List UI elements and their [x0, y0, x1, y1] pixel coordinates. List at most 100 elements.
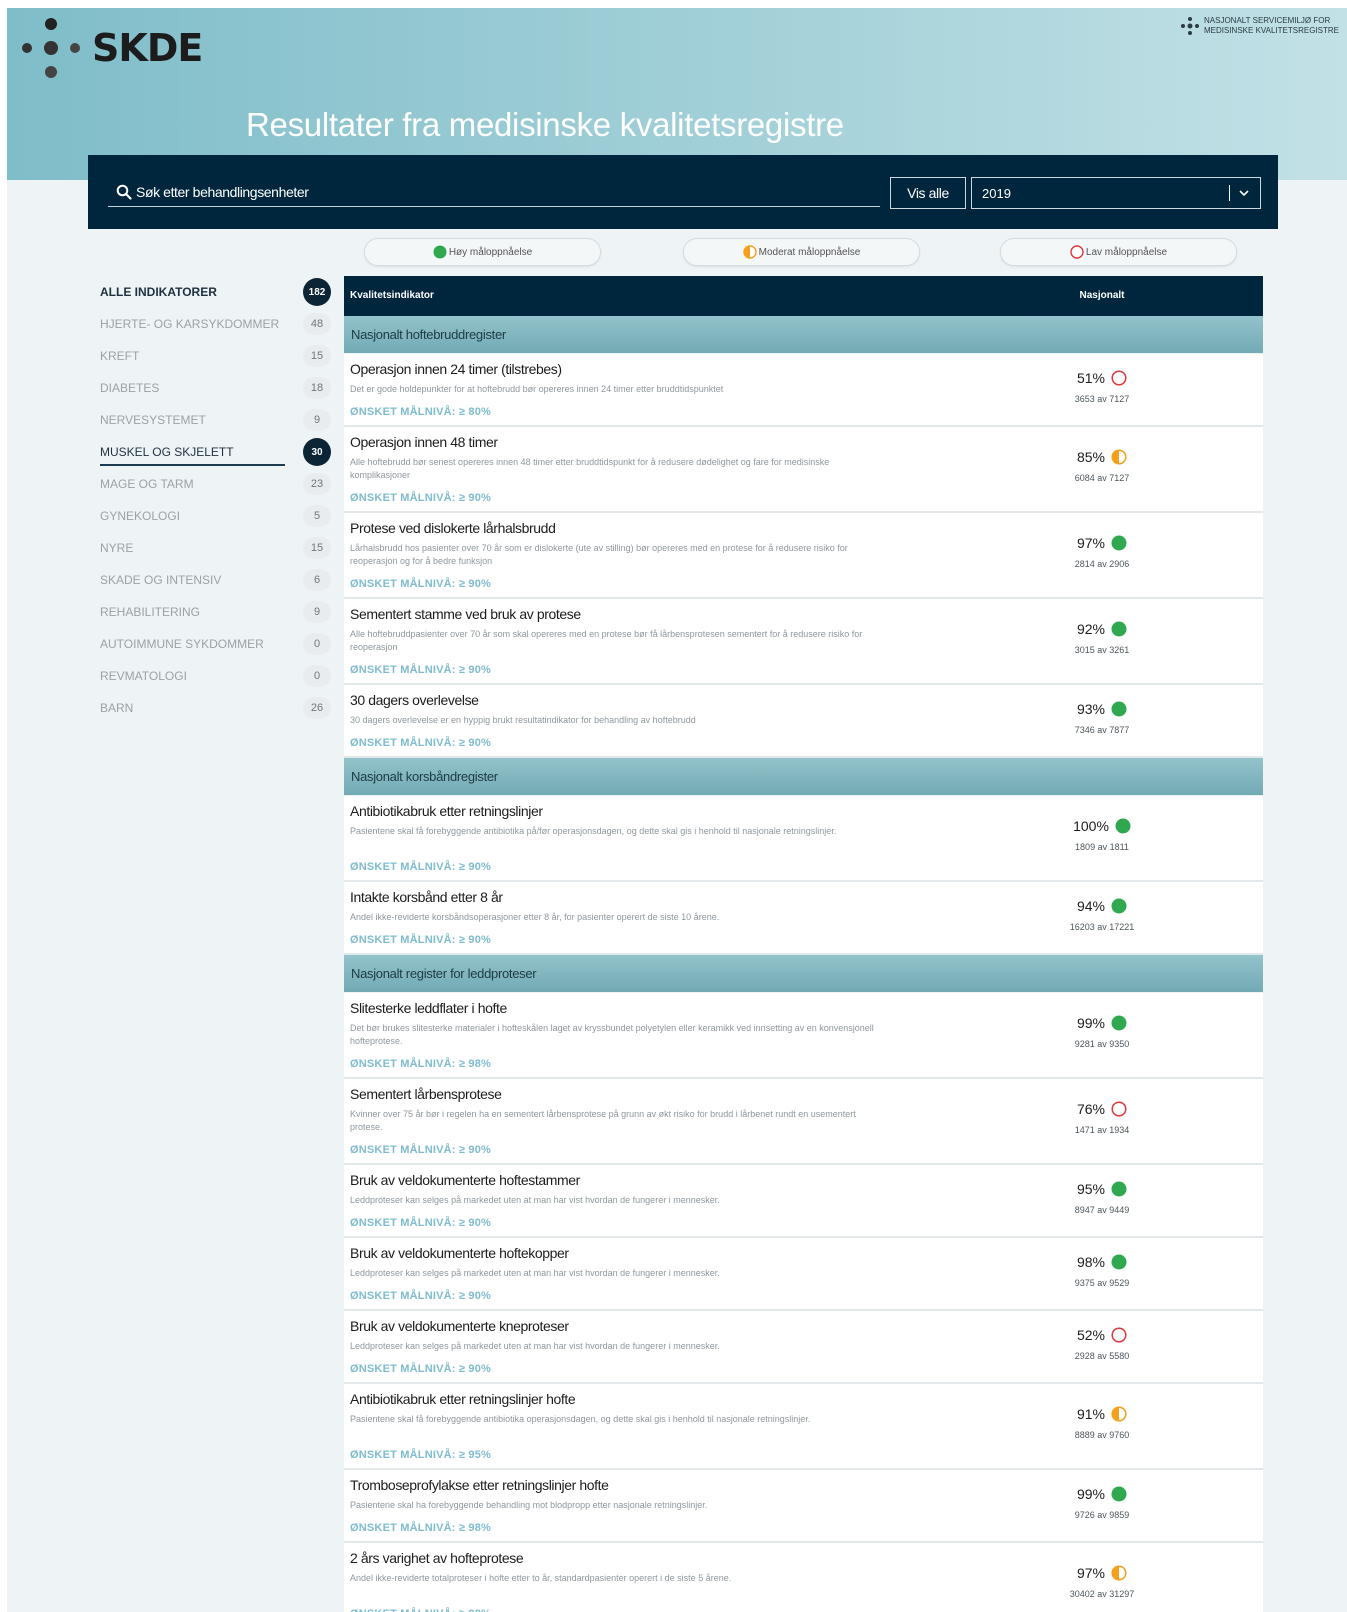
sidebar-item[interactable]: KREFT 15 [100, 340, 331, 372]
page-title: Resultater fra medisinske kvalitetsregis… [246, 106, 844, 143]
indicator-row[interactable]: Intakte korsbånd etter 8 år Andel ikke-re… [344, 882, 1263, 955]
indicator-name: Tromboseprofylakse etter retningslinjer … [350, 1477, 609, 1493]
indicator-description: Det bør brukes slitesterke materialer i … [350, 1023, 874, 1046]
indicator-description: Alle hoftebrudd bør senest opereres inne… [350, 457, 830, 480]
indicator-row[interactable]: Sementert stamme ved bruk av protese Alle… [344, 599, 1263, 685]
indicator-name: Antibiotikabruk etter retningslinjer [350, 803, 543, 819]
national-count: 1809 av 1811 [1075, 842, 1129, 852]
sidebar-item[interactable]: NERVESYSTEMET 9 [100, 404, 331, 436]
indicator-name: 2 års varighet av hofteprotese [350, 1550, 524, 1566]
sidebar-item-count: 6 [303, 569, 331, 591]
indicator-target-level: ØNSKET MÅLNIVÅ: ≥ 80% [350, 406, 492, 418]
sidebar-item[interactable]: REVMATOLOGI 0 [100, 660, 331, 692]
national-percentage: 52% [1076, 1327, 1106, 1343]
national-percentage: 95% [1076, 1181, 1106, 1197]
indicator-row[interactable]: Bruk av veldokumenterte hoftekopper Leddp… [344, 1238, 1263, 1311]
national-percentage: 100% [1073, 818, 1109, 834]
legend-low-button[interactable]: Lav måloppnåelse [1000, 238, 1237, 266]
indicator-row[interactable]: Operasjon innen 24 timer (tilstrebes) Det… [344, 354, 1263, 427]
sidebar-item-label: MUSKEL OG SKJELETT [100, 445, 234, 459]
moderate-achievement-icon [1111, 1565, 1127, 1581]
indicator-name: Operasjon innen 48 timer [350, 434, 498, 450]
sidebar-item[interactable]: DIABETES 18 [100, 372, 331, 404]
sidebar-item[interactable]: SKADE OG INTENSIV 6 [100, 564, 331, 596]
national-result: 52% [1052, 1327, 1152, 1343]
chevron-down-icon [1239, 190, 1249, 197]
national-count: 9726 av 9859 [1074, 1510, 1130, 1520]
sidebar-item[interactable]: HJERTE- OG KARSYKDOMMER 48 [100, 308, 331, 340]
low-achievement-icon [1111, 370, 1127, 386]
sidebar-item-label: NYRE [100, 541, 134, 555]
indicator-description: Leddproteser kan selges på markedet uten… [350, 1268, 720, 1278]
indicator-name: Antibiotikabruk etter retningslinjer hof… [350, 1391, 576, 1407]
sidebar-item-label: DIABETES [100, 381, 160, 395]
sidebar-item[interactable]: REHABILITERING 9 [100, 596, 331, 628]
year-select[interactable]: 2019 [971, 177, 1261, 209]
legend-moderate-button[interactable]: Moderat måloppnåelse [683, 238, 920, 266]
skde-logo-icon [22, 18, 80, 78]
national-percentage: 97% [1076, 1565, 1106, 1581]
low-achievement-icon [1070, 245, 1084, 259]
national-percentage: 99% [1076, 1015, 1106, 1031]
indicator-name: Slitesterke leddflater i hofte [350, 1000, 507, 1016]
indicator-name: Bruk av veldokumenterte hoftestammer [350, 1172, 580, 1188]
sidebar-item[interactable]: ALLE INDIKATORER 182 [100, 276, 331, 308]
legend-high-button[interactable]: Høy måloppnåelse [364, 238, 601, 266]
sidebar-item-label: SKADE OG INTENSIV [100, 573, 222, 587]
national-count: 2928 av 5580 [1074, 1351, 1130, 1361]
indicator-target-level: ØNSKET MÅLNIVÅ: ≥ 90% [350, 578, 492, 590]
indicator-row[interactable]: Protese ved dislokerte lårhalsbrudd Lårha… [344, 513, 1263, 599]
national-count: 9375 av 9529 [1074, 1278, 1130, 1288]
national-result: 97% [1052, 1565, 1152, 1581]
sidebar-item[interactable]: BARN 26 [100, 692, 331, 724]
indicator-row[interactable]: Sementert lårbensprotese Kvinner over 75 … [344, 1079, 1263, 1165]
legend-moderate-label: Moderat måloppnåelse [758, 246, 861, 258]
high-achievement-icon [1111, 1015, 1127, 1031]
sidebar-item[interactable]: MUSKEL OG SKJELETT 30 [100, 436, 331, 468]
page: SKDE NASJONALT SERVICEMILJØ FOR MEDISINS… [0, 0, 1347, 1612]
sidebar-item-label: KREFT [100, 349, 140, 363]
national-percentage: 93% [1076, 701, 1106, 717]
national-result: 93% [1052, 701, 1152, 717]
sidebar-item-count: 182 [303, 278, 331, 306]
sidebar-item[interactable]: AUTOIMMUNE SYKDOMMER 0 [100, 628, 331, 660]
national-percentage: 51% [1076, 370, 1106, 386]
column-header-national[interactable]: Nasjonalt [1052, 290, 1152, 301]
partner-logo[interactable]: NASJONALT SERVICEMILJØ FOR MEDISINSKE KV… [1180, 16, 1339, 36]
indicator-row[interactable]: 2 års varighet av hofteprotese Andel ikke… [344, 1543, 1263, 1612]
national-percentage: 85% [1076, 449, 1106, 465]
national-result: 85% [1052, 449, 1152, 465]
indicator-row[interactable]: Antibiotikabruk etter retningslinjer Pasi… [344, 796, 1263, 882]
national-count: 7346 av 7877 [1074, 725, 1130, 735]
indicator-description: Det er gode holdepunkter for at hoftebru… [350, 384, 724, 394]
moderate-achievement-icon [742, 245, 757, 259]
indicator-target-level: ØNSKET MÅLNIVÅ: ≥ 98% [350, 1522, 492, 1534]
sidebar-item[interactable]: MAGE OG TARM 23 [100, 468, 331, 500]
sidebar-item-label: ALLE INDIKATORER [100, 285, 217, 299]
indicator-row[interactable]: Slitesterke leddflater i hofte Det bør br… [344, 993, 1263, 1079]
indicator-row[interactable]: Antibiotikabruk etter retningslinjer hof… [344, 1384, 1263, 1470]
sidebar-item-count: 18 [303, 377, 331, 399]
indicator-row[interactable]: 30 dagers overlevelse 30 dagers overlevel… [344, 685, 1263, 758]
indicator-target-level: ØNSKET MÅLNIVÅ: ≥ 98% [350, 1608, 491, 1612]
show-all-button[interactable]: Vis alle [890, 177, 966, 209]
indicator-description: Pasientene skal ha forebyggende behandli… [350, 1500, 708, 1510]
national-count: 30402 av 31297 [1069, 1589, 1135, 1599]
indicator-description: 30 dagers overlevelse er en hyppig brukt… [350, 715, 696, 725]
skde-logo[interactable]: SKDE [20, 18, 203, 78]
national-count: 8947 av 9449 [1074, 1205, 1130, 1215]
national-result: 51% [1052, 370, 1152, 386]
sidebar-item-label: MAGE OG TARM [100, 477, 194, 491]
indicator-row[interactable]: Bruk av veldokumenterte hoftestammer Ledd… [344, 1165, 1263, 1238]
indicator-row[interactable]: Tromboseprofylakse etter retningslinjer … [344, 1470, 1263, 1543]
legend-low-label: Lav måloppnåelse [1085, 246, 1168, 258]
register-group-header: Nasjonalt hoftebruddregister [344, 316, 1263, 353]
indicator-name: 30 dagers overlevelse [350, 692, 479, 708]
sidebar-item[interactable]: GYNEKOLOGI 5 [100, 500, 331, 532]
sidebar-item-count: 30 [303, 438, 331, 466]
indicator-row[interactable]: Bruk av veldokumenterte kneproteser Leddp… [344, 1311, 1263, 1384]
indicator-row[interactable]: Operasjon innen 48 timer Alle hoftebrudd … [344, 427, 1263, 513]
sidebar-item[interactable]: NYRE 15 [100, 532, 331, 564]
search-input[interactable]: Søk etter behandlingsenheter [108, 177, 880, 207]
indicator-name: Sementert lårbensprotese [350, 1086, 502, 1102]
